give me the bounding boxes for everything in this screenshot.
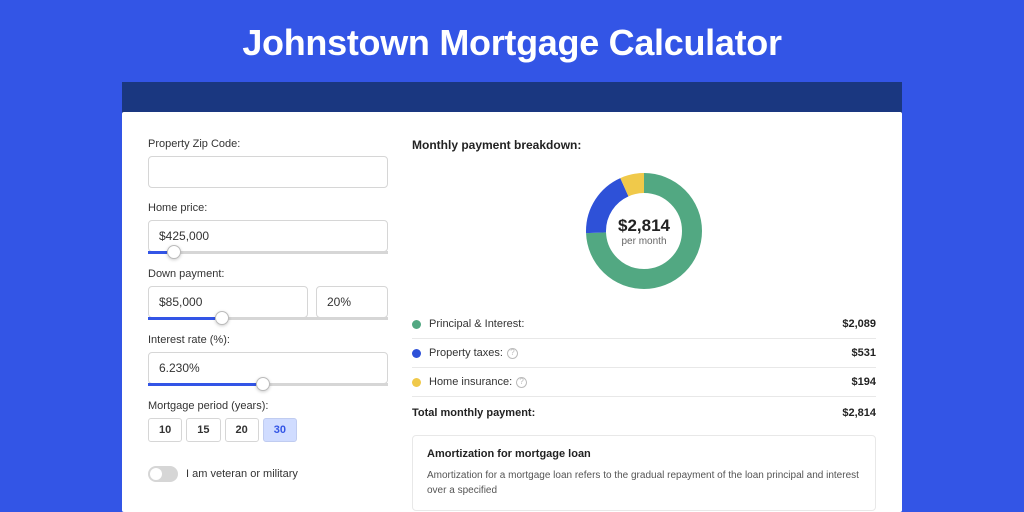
period-btn-15[interactable]: 15 <box>186 418 220 442</box>
interest-group: Interest rate (%): <box>148 334 388 386</box>
slider-thumb[interactable] <box>215 311 229 325</box>
breakdown-panel: Monthly payment breakdown: $2,814 per mo… <box>412 138 876 512</box>
total-value: $2,814 <box>842 407 876 419</box>
down-payment-slider[interactable] <box>148 317 388 320</box>
home-price-input[interactable] <box>148 220 388 252</box>
period-group: Mortgage period (years): 10 15 20 30 <box>148 400 388 442</box>
zip-label: Property Zip Code: <box>148 138 388 150</box>
home-price-group: Home price: <box>148 202 388 254</box>
amortization-title: Amortization for mortgage loan <box>427 448 861 460</box>
veteran-toggle-row: I am veteran or military <box>148 466 388 482</box>
form-panel: Property Zip Code: Home price: Down paym… <box>148 138 388 512</box>
legend-label: Principal & Interest: <box>429 318 842 330</box>
legend-row-principal: Principal & Interest: $2,089 <box>412 310 876 338</box>
legend-row-taxes: Property taxes: ? $531 <box>412 339 876 367</box>
legend-label: Home insurance: ? <box>429 376 852 388</box>
slider-thumb[interactable] <box>167 245 181 259</box>
down-payment-pct-input[interactable] <box>316 286 388 318</box>
donut-wrap: $2,814 per month <box>412 162 876 310</box>
donut-chart: $2,814 per month <box>583 170 705 292</box>
period-btn-30[interactable]: 30 <box>263 418 297 442</box>
total-label: Total monthly payment: <box>412 407 842 419</box>
period-btn-10[interactable]: 10 <box>148 418 182 442</box>
zip-field-group: Property Zip Code: <box>148 138 388 188</box>
home-price-label: Home price: <box>148 202 388 214</box>
dot-icon <box>412 320 421 329</box>
period-btn-20[interactable]: 20 <box>225 418 259 442</box>
page-title: Johnstown Mortgage Calculator <box>0 0 1024 82</box>
legend-value: $531 <box>852 347 876 359</box>
amortization-box: Amortization for mortgage loan Amortizat… <box>412 435 876 511</box>
breakdown-title: Monthly payment breakdown: <box>412 138 876 152</box>
info-icon[interactable]: ? <box>516 377 527 388</box>
veteran-label: I am veteran or military <box>186 468 298 480</box>
zip-input[interactable] <box>148 156 388 188</box>
legend-row-insurance: Home insurance: ? $194 <box>412 368 876 396</box>
period-buttons: 10 15 20 30 <box>148 418 388 442</box>
calculator-card: Property Zip Code: Home price: Down paym… <box>122 112 902 512</box>
dot-icon <box>412 349 421 358</box>
interest-slider[interactable] <box>148 383 388 386</box>
home-price-slider[interactable] <box>148 251 388 254</box>
donut-sub: per month <box>621 236 666 247</box>
interest-label: Interest rate (%): <box>148 334 388 346</box>
veteran-toggle[interactable] <box>148 466 178 482</box>
donut-center: $2,814 per month <box>583 170 705 292</box>
down-payment-input[interactable] <box>148 286 308 318</box>
legend-label: Property taxes: ? <box>429 347 852 359</box>
donut-amount: $2,814 <box>618 216 670 236</box>
legend-value: $2,089 <box>842 318 876 330</box>
down-payment-group: Down payment: <box>148 268 388 320</box>
down-payment-label: Down payment: <box>148 268 388 280</box>
dot-icon <box>412 378 421 387</box>
legend-value: $194 <box>852 376 876 388</box>
period-label: Mortgage period (years): <box>148 400 388 412</box>
total-row: Total monthly payment: $2,814 <box>412 397 876 435</box>
slider-thumb[interactable] <box>256 377 270 391</box>
amortization-text: Amortization for a mortgage loan refers … <box>427 468 861 498</box>
info-icon[interactable]: ? <box>507 348 518 359</box>
